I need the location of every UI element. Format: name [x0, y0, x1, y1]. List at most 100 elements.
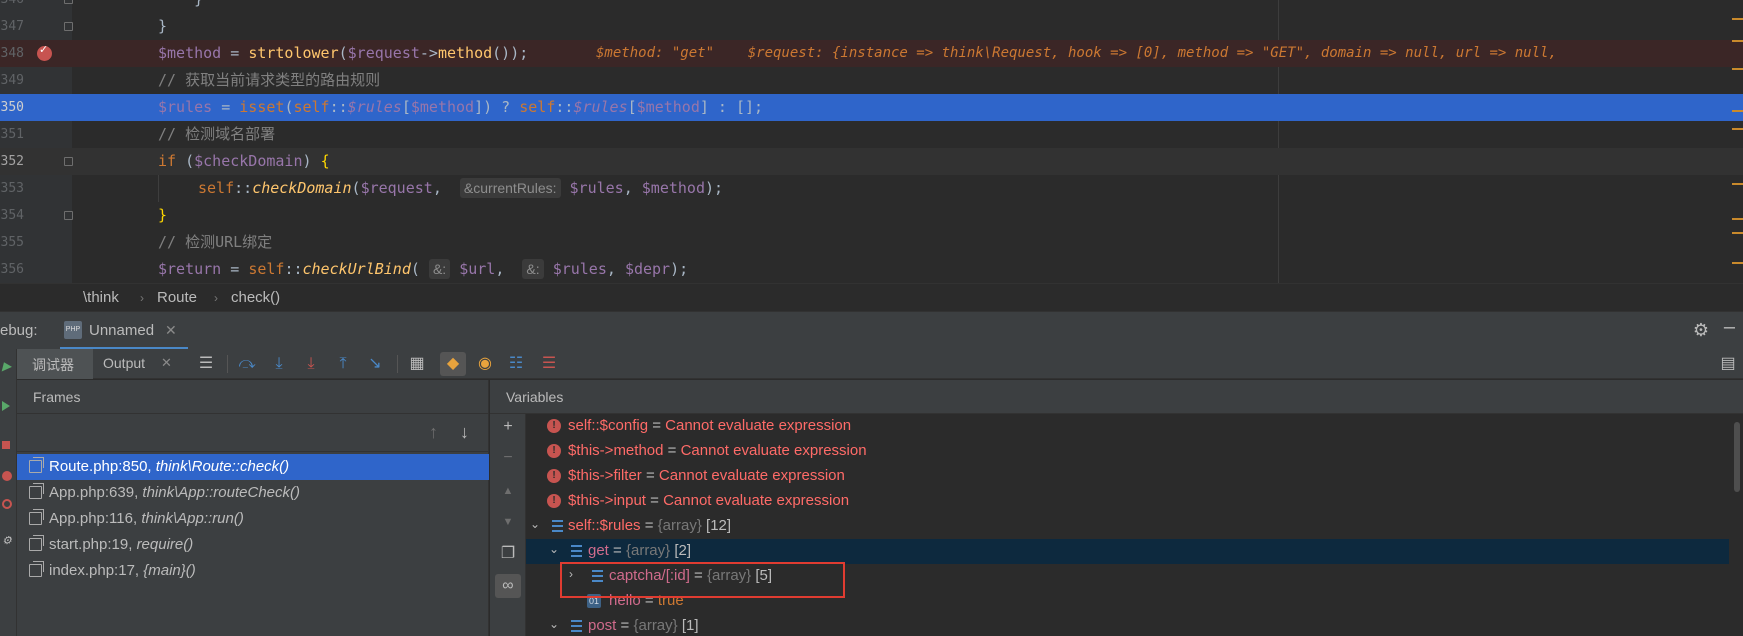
move-down-icon[interactable]: ▼ — [499, 513, 517, 531]
list-icon[interactable]: ☷ — [506, 354, 526, 374]
fold-marker-icon[interactable] — [64, 211, 73, 220]
code-line-348[interactable]: 348 $method = strtolower($request->metho… — [0, 40, 1743, 67]
frame-item[interactable]: App.php:116, think\App::run() — [17, 506, 489, 532]
evaluate-expression-icon[interactable]: ▦ — [407, 354, 427, 374]
code-text: $method = strtolower($request->method())… — [158, 44, 529, 62]
show-values-inline-icon[interactable]: ◆ — [440, 352, 466, 376]
code-line-349[interactable]: 349 // 获取当前请求类型的路由规则 — [0, 67, 1743, 94]
editor-scroll-markers[interactable] — [1731, 0, 1743, 283]
frame-icon — [29, 483, 44, 499]
step-into-icon[interactable]: ⤓ — [269, 354, 289, 374]
param-hint: &: — [428, 259, 451, 279]
step-over-icon[interactable]: ⤼ — [237, 354, 257, 374]
frame-item[interactable]: App.php:639, think\App::routeCheck() — [17, 480, 489, 506]
code-line-356[interactable]: 356 $return = self::checkUrlBind( &: $ur… — [0, 256, 1743, 283]
code-text: if ($checkDomain) { — [158, 152, 330, 170]
line-number: 356 — [0, 262, 24, 277]
variable-row-selected[interactable]: ⌄ get = {array} [2] — [526, 539, 1729, 564]
settings-small-icon[interactable]: ⚙ — [2, 534, 12, 547]
fold-marker-icon[interactable] — [64, 157, 73, 166]
code-line-353[interactable]: 353 self::checkDomain($request, &current… — [0, 175, 1743, 202]
rerun-icon[interactable]: ▶ — [2, 359, 12, 373]
frame-item[interactable]: Route.php:850, think\Route::check() — [17, 454, 489, 480]
arrow-down-icon[interactable]: ↓ — [460, 422, 469, 443]
variable-row[interactable]: ! $this->method = Cannot evaluate expres… — [526, 439, 1729, 464]
error-icon: ! — [547, 444, 561, 458]
line-number: 353 — [0, 181, 24, 196]
line-number: 350 — [0, 100, 24, 115]
tab-output[interactable]: Output — [103, 355, 145, 371]
chevron-down-icon[interactable]: ⌄ — [549, 617, 559, 631]
error-icon: ! — [547, 419, 561, 433]
code-text: } — [158, 17, 168, 35]
line-number: 352 — [0, 154, 24, 169]
frame-icon — [29, 535, 44, 551]
variables-side-toolbar: + − ▲ ▼ ❐ ∞ — [490, 414, 526, 636]
frame-item[interactable]: index.php:17, {main}() — [17, 558, 489, 584]
variable-row[interactable]: ⌄ self::$rules = {array} [12] — [526, 514, 1729, 539]
variable-row[interactable]: ⌄ post = {array} [1] — [526, 614, 1729, 636]
gear-icon[interactable]: ⚙ — [1693, 320, 1709, 341]
variable-row[interactable]: ! $this->input = Cannot evaluate express… — [526, 489, 1729, 514]
copy-icon[interactable]: ❐ — [499, 545, 517, 563]
close-icon[interactable]: ✕ — [165, 322, 177, 339]
chevron-down-icon[interactable]: ⌄ — [549, 542, 559, 556]
variables-scrollbar[interactable] — [1731, 414, 1743, 636]
line-number: 355 — [0, 235, 24, 250]
breakpoint-icon[interactable] — [37, 43, 52, 61]
force-step-into-icon[interactable]: ⤓ — [301, 354, 321, 374]
session-name: Unnamed — [89, 322, 155, 339]
code-line-354[interactable]: 354 } — [0, 202, 1743, 229]
toolbar-separator — [227, 355, 228, 373]
breadcrumb-method[interactable]: check() — [231, 289, 280, 306]
frame-icon — [29, 509, 44, 525]
add-icon[interactable]: + — [499, 418, 517, 436]
add-watch-icon[interactable]: ☰ — [539, 354, 559, 374]
php-icon: PHP — [64, 321, 82, 339]
close-icon[interactable]: ✕ — [161, 355, 172, 371]
tab-debugger-label[interactable]: 调试器 — [32, 355, 74, 375]
error-icon: ! — [547, 469, 561, 483]
breadcrumb-class[interactable]: Route — [157, 289, 197, 306]
debug-label: ebug: — [0, 322, 38, 339]
array-icon — [566, 618, 582, 634]
layout-icon[interactable]: ☰ — [196, 354, 216, 374]
debug-session-tab[interactable]: PHP Unnamed ✕ — [60, 317, 188, 350]
inline-debug-values: $method: "get" $request: {instance => th… — [596, 45, 1557, 61]
minimize-icon[interactable]: – — [1724, 316, 1735, 339]
breadcrumb-namespace[interactable]: \think — [83, 289, 119, 306]
resume-icon[interactable] — [2, 401, 10, 411]
code-line-346[interactable]: 346 } — [0, 0, 1743, 13]
error-icon: ! — [547, 494, 561, 508]
remove-icon[interactable]: − — [499, 449, 517, 467]
mute-breakpoints-icon[interactable] — [2, 499, 12, 509]
toolbar-separator — [397, 355, 398, 373]
chevron-down-icon[interactable]: ⌄ — [530, 517, 540, 531]
line-number: 349 — [0, 73, 24, 88]
code-line-350-current[interactable]: 350 $rules = isset(self::$rules[$method]… — [0, 94, 1743, 121]
annotation-highlight-box — [560, 562, 845, 598]
variable-row[interactable]: ! $this->filter = Cannot evaluate expres… — [526, 464, 1729, 489]
view-breakpoints-icon[interactable] — [2, 471, 12, 481]
line-number: 347 — [0, 19, 24, 34]
scrollbar-thumb[interactable] — [1734, 422, 1740, 492]
watch-icon[interactable]: ◉ — [475, 354, 495, 374]
move-up-icon[interactable]: ▲ — [499, 482, 517, 500]
fold-marker-icon[interactable] — [64, 22, 73, 31]
code-editor[interactable]: 346 } 347 } 348 $method = strtolower($re… — [0, 0, 1743, 283]
debug-side-toolbar: ▶ ⚙ — [0, 349, 17, 636]
frame-item[interactable]: start.php:19, require() — [17, 532, 489, 558]
glasses-icon[interactable]: ∞ — [495, 574, 521, 598]
step-out-icon[interactable]: ⤒ — [333, 354, 353, 374]
code-line-352[interactable]: 352 if ($checkDomain) { — [0, 148, 1743, 175]
frames-header: Frames — [17, 380, 489, 414]
stop-icon[interactable] — [2, 441, 10, 449]
code-line-347[interactable]: 347 } — [0, 13, 1743, 40]
code-line-355[interactable]: 355 // 检测URL绑定 — [0, 229, 1743, 256]
restore-layout-icon[interactable]: ▤ — [1718, 354, 1738, 374]
fold-marker-icon[interactable] — [64, 0, 73, 4]
variable-row[interactable]: ! self::$config = Cannot evaluate expres… — [526, 414, 1729, 439]
arrow-up-icon[interactable]: ↑ — [429, 422, 438, 443]
run-to-cursor-icon[interactable]: ↘ — [365, 354, 385, 374]
code-line-351[interactable]: 351 // 检测域名部署 — [0, 121, 1743, 148]
